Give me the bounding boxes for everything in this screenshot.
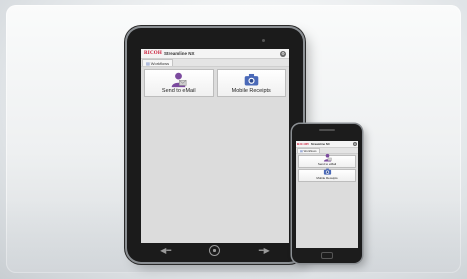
- app-header: RICOH Streamline NX ⚙: [296, 141, 358, 148]
- app-title: Streamline NX: [163, 51, 195, 56]
- tab-label: Workflows: [303, 149, 317, 153]
- tablet-device: RICOH Streamline NX ⚙ ▤ Workflows Send t…: [127, 28, 303, 262]
- gear-icon[interactable]: ⚙: [280, 50, 286, 57]
- menu-arrow-icon[interactable]: ━▶: [259, 246, 270, 255]
- camera-icon: [323, 167, 332, 176]
- tab-label: Workflows: [150, 60, 170, 66]
- send-to-email-tile[interactable]: Send to eMail: [144, 69, 214, 97]
- tile-label: Mobile Receipts: [316, 176, 338, 180]
- phone-screen: RICOH Streamline NX ⚙ ▤ Workflows Send t…: [296, 141, 358, 248]
- tile-label: Send to eMail: [317, 162, 337, 166]
- mobile-receipts-tile[interactable]: Mobile Receipts: [216, 69, 286, 97]
- background-scene: RICOH Streamline NX ⚙ ▤ Workflows Send t…: [0, 0, 467, 279]
- tab-workflows[interactable]: ▤ Workflows: [142, 59, 174, 66]
- tile-label: Mobile Receipts: [231, 88, 271, 94]
- gear-icon[interactable]: ⚙: [353, 142, 357, 146]
- tile-label: Send to eMail: [161, 88, 196, 94]
- brand-logo: RICOH: [297, 142, 309, 146]
- workflow-tiles: Send to eMail Mobile Receipts: [141, 67, 289, 99]
- tab-bar: ▤ Workflows: [141, 59, 289, 67]
- tablet-camera: [262, 39, 265, 42]
- app-header: RICOH Streamline NX ⚙: [141, 49, 289, 59]
- app-title: Streamline NX: [310, 142, 330, 146]
- tab-workflows[interactable]: ▤ Workflows: [297, 148, 320, 153]
- mobile-receipts-tile[interactable]: Mobile Receipts: [298, 167, 356, 182]
- tablet-screen: RICOH Streamline NX ⚙ ▤ Workflows Send t…: [141, 49, 289, 243]
- workflow-icon: ▤: [146, 60, 150, 66]
- workflow-icon: ▤: [300, 149, 303, 153]
- camera-icon: [243, 70, 260, 88]
- person-email-icon: [170, 70, 187, 88]
- phone-home-button[interactable]: [321, 252, 333, 259]
- home-icon[interactable]: [209, 245, 221, 256]
- back-arrow-icon[interactable]: ◀━: [160, 246, 171, 255]
- phone-device: RICOH Streamline NX ⚙ ▤ Workflows Send t…: [292, 124, 362, 263]
- phone-speaker: [319, 129, 335, 131]
- brand-logo: RICOH: [144, 51, 162, 56]
- person-email-icon: [323, 153, 332, 162]
- workflow-tiles: Send to eMail Mobile Receipts: [296, 153, 358, 183]
- tablet-nav-bar: ◀━ ━▶: [141, 243, 289, 258]
